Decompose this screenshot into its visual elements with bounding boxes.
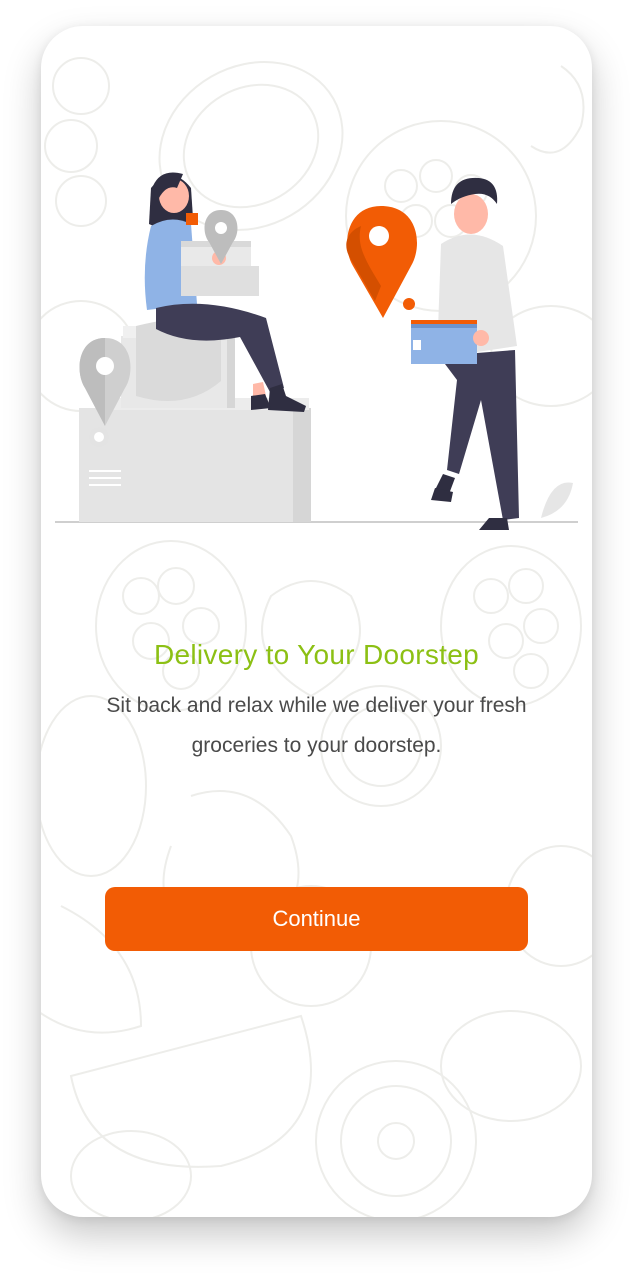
leaf-decoration: [541, 482, 573, 518]
delivery-illustration: [55, 172, 578, 530]
continue-button[interactable]: Continue: [105, 887, 528, 951]
onboarding-screen: Delivery to Your Doorstep Sit back and r…: [41, 26, 592, 1217]
orange-location-pin-icon: [346, 206, 418, 318]
onboarding-title: Delivery to Your Doorstep: [153, 639, 479, 670]
onboarding-description: Sit back and relax while we deliver your…: [106, 694, 527, 757]
delivery-man: [411, 177, 519, 530]
